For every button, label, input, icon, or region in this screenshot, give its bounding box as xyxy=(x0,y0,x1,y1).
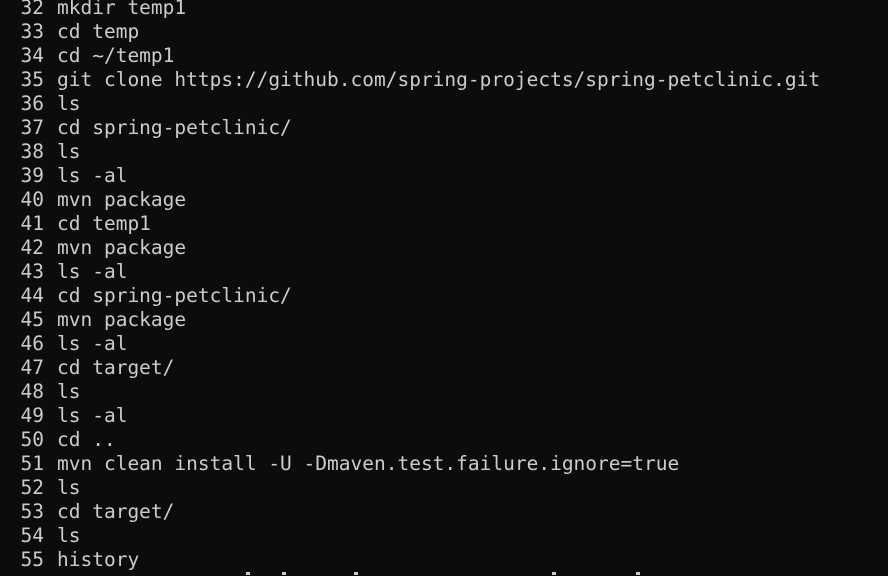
history-command: cd spring-petclinic/ xyxy=(57,284,292,307)
history-line: 51 mvn clean install -U -Dmaven.test.fail… xyxy=(0,452,820,476)
history-command: mvn package xyxy=(57,188,187,211)
history-line: 33 cd temp xyxy=(0,20,820,44)
history-command: cd spring-petclinic/ xyxy=(57,116,292,139)
history-number: 49 xyxy=(20,404,44,427)
history-line: 39 ls -al xyxy=(0,164,820,188)
history-number: 37 xyxy=(20,116,44,139)
history-command: ls -al xyxy=(57,260,128,283)
history-line: 46 ls -al xyxy=(0,332,820,356)
history-line: 40 mvn package xyxy=(0,188,820,212)
history-number: 35 xyxy=(20,68,44,91)
history-number: 36 xyxy=(20,92,44,115)
history-number: 50 xyxy=(20,428,44,451)
history-number: 53 xyxy=(20,500,44,523)
history-line: 48 ls xyxy=(0,380,820,404)
history-command: cd temp1 xyxy=(57,212,151,235)
partial-glyph xyxy=(282,572,286,575)
history-number: 46 xyxy=(20,332,44,355)
history-number: 39 xyxy=(20,164,44,187)
history-line: 44 cd spring-petclinic/ xyxy=(0,284,820,308)
history-line: 37 cd spring-petclinic/ xyxy=(0,116,820,140)
history-number: 51 xyxy=(20,452,44,475)
partial-glyph xyxy=(354,572,358,575)
history-command: ls -al xyxy=(57,332,128,355)
history-command: cd target/ xyxy=(57,356,175,379)
history-line: 50 cd .. xyxy=(0,428,820,452)
history-line: 54 ls xyxy=(0,524,820,548)
history-number: 33 xyxy=(20,20,44,43)
history-command: mvn package xyxy=(57,236,187,259)
history-number: 54 xyxy=(20,524,44,547)
history-command: cd ~/temp1 xyxy=(57,44,175,67)
history-line: 42 mvn package xyxy=(0,236,820,260)
history-line: 43 ls -al xyxy=(0,260,820,284)
partial-glyph xyxy=(636,572,640,575)
history-line: 52 ls xyxy=(0,476,820,500)
history-command: mvn clean install -U -Dmaven.test.failur… xyxy=(57,452,680,475)
history-command: cd temp xyxy=(57,20,140,43)
history-line: 45 mvn package xyxy=(0,308,820,332)
history-command: ls xyxy=(57,92,81,115)
history-number: 43 xyxy=(20,260,44,283)
history-number: 48 xyxy=(20,380,44,403)
history-line: 32 mkdir temp1 xyxy=(0,0,820,20)
history-line: 38 ls xyxy=(0,140,820,164)
history-number: 32 xyxy=(20,0,44,19)
history-command: ls xyxy=(57,380,81,403)
history-command: ls xyxy=(57,524,81,547)
history-command: ls xyxy=(57,476,81,499)
terminal-window[interactable]: 32 mkdir temp1 33 cd temp 34 cd ~/temp1 35 g… xyxy=(0,0,888,576)
history-number: 45 xyxy=(20,308,44,331)
history-command: ls xyxy=(57,140,81,163)
history-number: 41 xyxy=(20,212,44,235)
history-command: ls -al xyxy=(57,164,128,187)
history-command: cd target/ xyxy=(57,500,175,523)
history-command: mkdir temp1 xyxy=(57,0,187,19)
history-number: 52 xyxy=(20,476,44,499)
history-number: 40 xyxy=(20,188,44,211)
history-line: 41 cd temp1 xyxy=(0,212,820,236)
history-number: 44 xyxy=(20,284,44,307)
history-command: ls -al xyxy=(57,404,128,427)
history-line: 47 cd target/ xyxy=(0,356,820,380)
history-line: 53 cd target/ xyxy=(0,500,820,524)
history-command: mvn package xyxy=(57,308,187,331)
history-command: git clone https://github.com/spring-proj… xyxy=(57,68,821,91)
history-line: 35 git clone https://github.com/spring-pr… xyxy=(0,68,821,92)
cut-off-next-line xyxy=(0,568,888,576)
history-number: 34 xyxy=(20,44,44,67)
partial-glyph xyxy=(246,572,250,575)
history-line: 49 ls -al xyxy=(0,404,820,428)
history-command: cd .. xyxy=(57,428,116,451)
history-line: 34 cd ~/temp1 xyxy=(0,44,820,68)
partial-glyph xyxy=(552,572,556,575)
history-number: 47 xyxy=(20,356,44,379)
history-number: 38 xyxy=(20,140,44,163)
history-output: 32 mkdir temp1 33 cd temp 34 cd ~/temp1 35 g… xyxy=(0,0,821,572)
history-number: 42 xyxy=(20,236,44,259)
history-line: 36 ls xyxy=(0,92,820,116)
